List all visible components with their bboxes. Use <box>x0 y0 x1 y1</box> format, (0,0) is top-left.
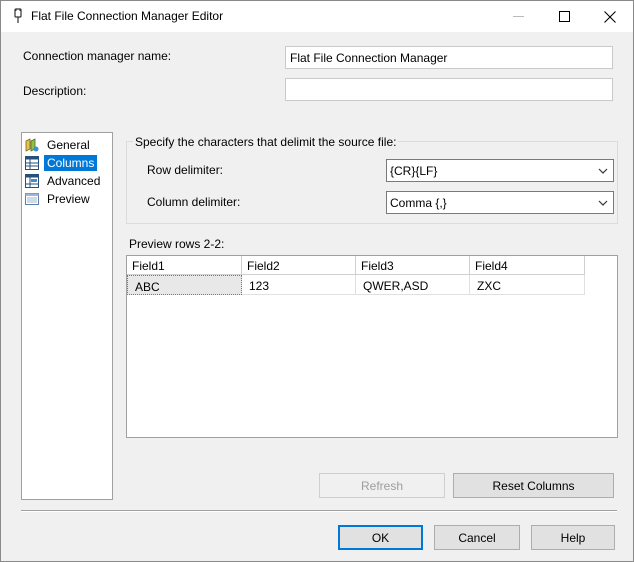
ok-button-label: OK <box>371 530 390 545</box>
column-header[interactable]: Field3 <box>356 256 470 275</box>
column-delimiter-select[interactable]: Comma {,} <box>386 191 614 214</box>
delimiter-group-title: Specify the characters that delimit the … <box>133 135 399 149</box>
chevron-down-icon <box>598 200 608 206</box>
nav-item-label: General <box>47 137 90 152</box>
nav-item-columns[interactable]: Columns <box>25 154 98 171</box>
preview-rows-label: Preview rows 2-2: <box>129 237 225 251</box>
nav-item-label: Preview <box>47 191 90 206</box>
minimize-button[interactable] <box>495 1 541 32</box>
close-button[interactable] <box>587 1 633 32</box>
refresh-button-label: Refresh <box>360 478 404 493</box>
description-label: Description: <box>23 84 87 98</box>
refresh-button[interactable]: Refresh <box>319 473 445 498</box>
help-button-label: Help <box>560 530 586 545</box>
name-label: Connection manager name: <box>23 49 172 63</box>
row-delimiter-value: {CR}{LF} <box>390 164 438 178</box>
connection-manager-icon <box>14 8 22 23</box>
nav-item-advanced[interactable]: Advanced <box>25 172 103 189</box>
preview-icon <box>25 192 39 205</box>
help-button[interactable]: Help <box>531 525 615 550</box>
chevron-down-icon <box>598 168 608 174</box>
footer-separator <box>21 510 617 512</box>
dialog-window: Flat File Connection Manager Editor Conn… <box>0 0 634 562</box>
column-delimiter-label: Column delimiter: <box>147 195 241 209</box>
grid-cell[interactable]: QWER,ASD <box>356 275 470 295</box>
title-bar[interactable]: Flat File Connection Manager Editor <box>1 1 633 32</box>
window-title: Flat File Connection Manager Editor <box>31 9 224 23</box>
general-icon <box>25 137 39 152</box>
grid-cell[interactable]: 123 <box>242 275 356 295</box>
columns-icon <box>25 155 39 170</box>
grid-cell[interactable]: ZXC <box>470 275 585 295</box>
preview-grid[interactable]: Field1 Field2 Field3 Field4 ABC 123 QWER… <box>126 255 618 438</box>
nav-item-label: Advanced <box>47 173 101 188</box>
reset-columns-button-label: Reset Columns <box>492 478 575 493</box>
nav-item-general[interactable]: General <box>25 136 93 153</box>
minimize-icon <box>512 16 524 17</box>
column-header[interactable]: Field2 <box>242 256 356 275</box>
column-header[interactable]: Field1 <box>127 256 242 275</box>
column-header[interactable]: Field4 <box>470 256 585 275</box>
reset-columns-button[interactable]: Reset Columns <box>453 473 614 498</box>
page-navigator: General Columns Advanced Preview <box>21 132 113 500</box>
maximize-icon <box>558 11 570 22</box>
grid-cell[interactable]: ABC <box>127 275 242 295</box>
row-delimiter-label: Row delimiter: <box>147 163 224 177</box>
ok-button[interactable]: OK <box>338 525 423 550</box>
connection-name-input[interactable] <box>285 46 613 69</box>
nav-item-preview[interactable]: Preview <box>25 190 93 207</box>
column-delimiter-value: Comma {,} <box>390 196 447 210</box>
maximize-button[interactable] <box>541 1 587 32</box>
description-input[interactable] <box>285 78 613 101</box>
row-delimiter-select[interactable]: {CR}{LF} <box>386 159 614 182</box>
cancel-button-label: Cancel <box>458 530 496 545</box>
nav-item-label: Columns <box>44 154 98 171</box>
close-icon <box>604 10 616 23</box>
cancel-button[interactable]: Cancel <box>434 525 520 550</box>
advanced-icon <box>25 173 39 188</box>
